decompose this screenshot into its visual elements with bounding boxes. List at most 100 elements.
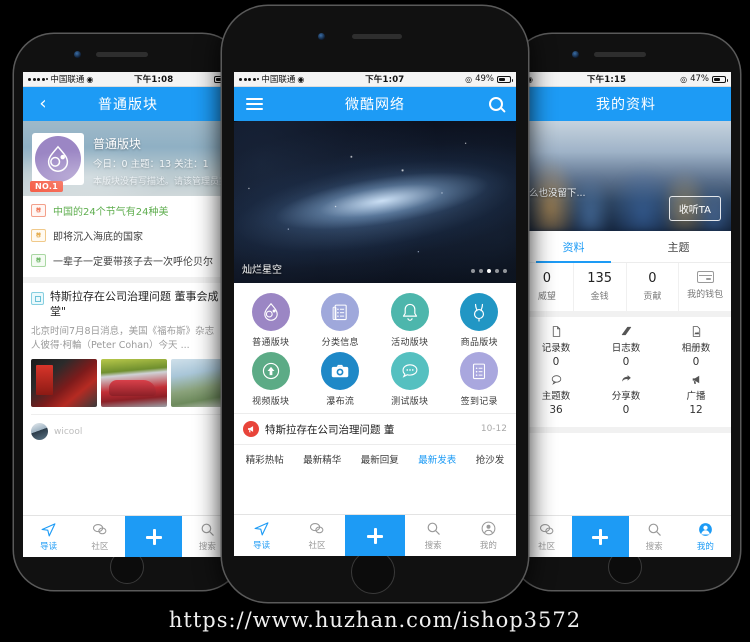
grid-item-fenleixinxi[interactable]: 分类信息 [306,293,376,348]
megaphone-icon [243,421,259,437]
subtab-qiangshafa[interactable]: 抢沙发 [476,452,505,466]
mid-content-spacer [234,473,516,514]
carousel-dot[interactable] [470,268,475,273]
subtab-zuixinfabiao[interactable]: 最新发表 [418,452,456,466]
tab-label: 搜索 [424,541,442,551]
counts-row: 主题数 36 分享数 0 广播 12 [521,373,731,421]
list-item[interactable]: 荐 中国的24个节气有24种美 [23,198,233,223]
compose-button[interactable] [572,516,629,557]
featured-post-title: 特斯拉存在公司治理问题 董 [265,423,395,436]
module-grid: 普通版块 分类信息 活动版块 商品版块 视频版块 瀑布流 测试版块 签到记录 [234,283,516,413]
carousel-dot-active[interactable] [486,268,491,273]
tab-sousuo[interactable]: 搜索 [405,515,460,556]
avatar[interactable] [31,423,48,441]
count-zhutishu[interactable]: 主题数 36 [521,373,591,421]
book-icon [621,326,631,336]
carousel-dot[interactable] [495,268,499,273]
forum-hero-card: NO.1 普通版块 今日：0 主题：13 关注：1 本版块没有写描述。请该管理员… [30,133,228,192]
article-tag-icon [31,292,44,305]
person-icon [481,521,496,536]
carousel-caption: 灿烂星空 [242,265,282,276]
count-value: 0 [552,356,560,368]
count-jilushu[interactable]: 记录数 0 [521,325,591,373]
count-guangbo[interactable]: 广播 12 [661,373,731,421]
tab-daodu[interactable]: 导读 [234,515,289,556]
plus-icon [145,528,162,545]
article-card[interactable]: 特斯拉存在公司治理问题 董事会成 堂" 北京时间7月8日消息，美国《福布斯》杂志… [23,277,233,448]
bell-icon [399,301,421,323]
forum-avatar[interactable]: NO.1 [30,133,84,192]
tab-label: 搜索 [198,542,216,552]
document-icon [552,326,560,337]
count-value: 0 [622,404,630,416]
list-item[interactable]: 荐 即将沉入海底的国家 [23,223,233,248]
compose-button[interactable] [125,516,182,557]
count-label: 相册数 [681,343,711,354]
featured-post-row[interactable]: 特斯拉存在公司治理问题 董 10-12 [234,413,516,445]
grid-icon-wrap [321,293,360,331]
right-status-bar: ◉ 下午1:15 ◎ 47% [521,72,731,87]
recommend-tag-icon: 荐 [31,254,46,267]
wifi-icon: ◉ [297,74,305,84]
camera-icon [329,360,351,382]
grid-label: 活动版块 [391,338,429,348]
grid-item-putongbankuai[interactable]: 普通版块 [236,293,306,348]
tab-wode[interactable]: 我的 [680,516,731,557]
subtab-zuixinjinghua[interactable]: 最新精华 [303,452,341,466]
front-camera-icon [74,51,81,58]
hero-carousel[interactable]: 灿烂星空 [234,121,516,283]
grid-item-ceshibankuai[interactable]: 测试版块 [375,352,445,407]
grid-item-huodongbankuai[interactable]: 活动版块 [375,293,445,348]
megaphone-icon [692,375,699,384]
tab-shequ[interactable]: 社区 [74,516,125,557]
tab-wode[interactable]: 我的 [461,515,516,556]
count-label: 主题数 [541,391,571,402]
search-button[interactable] [486,97,506,111]
grid-item-qiandaojilu[interactable]: 签到记录 [445,352,515,407]
clipboard-icon [468,360,490,382]
search-icon [201,523,214,536]
no1-badge: NO.1 [30,181,64,192]
grid-label: 签到记录 [460,397,498,407]
mid-status-right: ◎ 49% [465,74,513,84]
stat-wallet[interactable]: 我的钱包 [678,263,731,311]
tab-sousuo[interactable]: 搜索 [629,516,680,557]
menu-button[interactable] [244,95,264,113]
count-xiangceshu[interactable]: 相册数 0 [661,325,731,373]
mid-phone-device: 中国联通 ◉ 下午1:07 ◎ 49% 微酷网络 灿烂星空 普通版块 分类信息 … [222,6,528,602]
compose-button[interactable] [344,515,406,556]
carousel-dot[interactable] [503,268,507,273]
left-phone-device: 中国联通 ◉ 下午1:08 ‹ 普通版块 NO.1 普通版块 今日：0 主题：1… [14,34,242,590]
stat-weiwang[interactable]: 0 威望 [521,263,573,311]
grid-item-shangpinbankuai[interactable]: 商品版块 [445,293,515,348]
carousel-dot[interactable] [478,268,483,273]
tab-shequ[interactable]: 社区 [521,516,572,557]
grid-item-pubuliu[interactable]: 瀑布流 [306,352,376,407]
subtab-zuixinhuifu[interactable]: 最新回复 [361,452,399,466]
tab-zhuti[interactable]: 主题 [626,231,731,262]
tab-ziliao[interactable]: 资料 [521,231,626,263]
stat-gongxian[interactable]: 0 贡献 [625,263,679,311]
left-clock: 下午1:08 [134,75,174,85]
recommend-tag-icon: 荐 [31,204,46,217]
back-button[interactable]: ‹ [33,95,53,113]
tab-shequ[interactable]: 社区 [289,515,344,556]
tab-label: 导读 [253,541,271,551]
grid-item-shipinbankuai[interactable]: 视频版块 [236,352,306,407]
home-button[interactable] [351,550,395,594]
search-icon [489,97,503,111]
earpiece-speaker [594,52,646,57]
count-fenxiangshu[interactable]: 分享数 0 [591,373,661,421]
tab-label: 社区 [91,542,109,552]
stat-jinqian[interactable]: 135 金钱 [572,263,626,311]
follow-button[interactable]: 收听TA [668,196,721,221]
carousel-indicators[interactable] [470,268,507,273]
count-rizhishu[interactable]: 日志数 0 [591,325,661,373]
chat-bubbles-icon [310,523,324,534]
article-thumb[interactable] [101,359,167,408]
tab-daodu[interactable]: 导读 [23,516,74,557]
subtab-jingcairetie[interactable]: 精彩热帖 [246,452,284,466]
recommend-tag-icon: 荐 [31,229,46,242]
list-item[interactable]: 荐 一辈子一定要带孩子去一次呼伦贝尔 [23,248,233,273]
article-thumb[interactable] [31,359,97,408]
